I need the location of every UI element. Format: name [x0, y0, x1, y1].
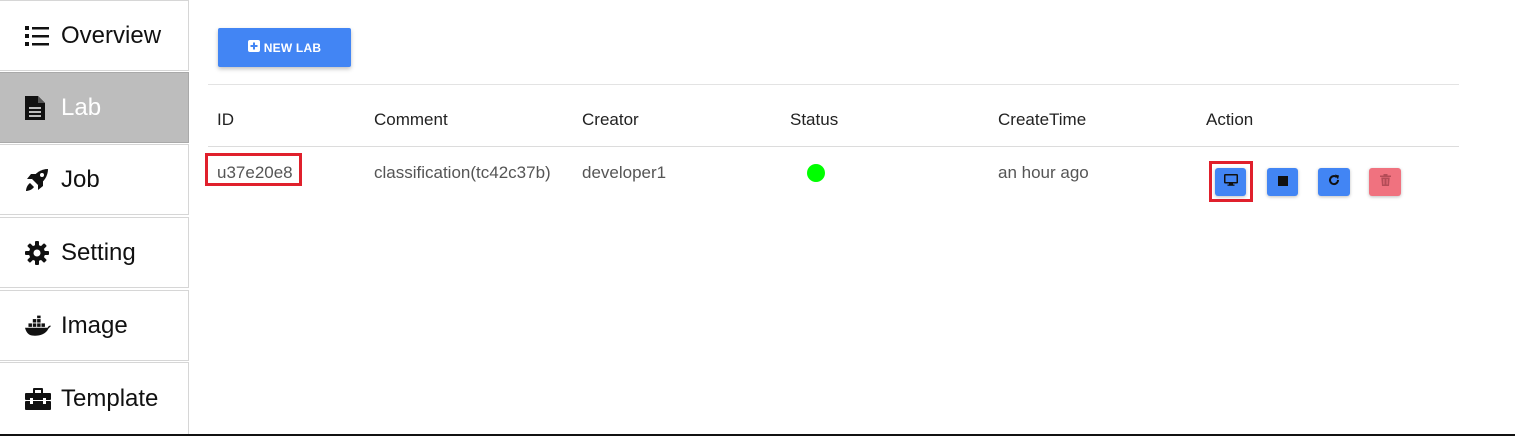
sidebar-item-label: Setting [61, 238, 136, 266]
sidebar-item-overview[interactable]: Overview [0, 0, 189, 71]
rocket-icon [25, 167, 51, 193]
header-divider [208, 146, 1459, 147]
lab-creator: developer1 [582, 163, 667, 182]
new-lab-label: NEW LAB [263, 40, 322, 55]
column-header-createtime: CreateTime [998, 110, 1087, 129]
lab-id[interactable]: u37e20e8 [217, 163, 293, 183]
lab-comment: classification(tc42c37b) [374, 163, 551, 182]
sidebar-item-label: Template [61, 385, 159, 412]
sidebar-item-label: Job [61, 165, 100, 193]
toolbox-icon [25, 386, 51, 412]
stop-button[interactable] [1267, 168, 1298, 196]
document-icon [25, 95, 51, 121]
restart-button[interactable] [1318, 168, 1350, 196]
open-desktop-button[interactable] [1215, 168, 1246, 196]
divider [208, 84, 1459, 85]
sidebar-item-setting[interactable]: Setting [0, 217, 189, 288]
restart-icon [1328, 173, 1340, 191]
list-icon [25, 23, 51, 49]
docker-whale-icon [25, 313, 51, 339]
column-header-creator: Creator [582, 110, 639, 129]
column-header-action: Action [1206, 110, 1254, 129]
gear-icon [25, 240, 51, 266]
sidebar-item-label: Lab [61, 93, 102, 121]
status-running-indicator [807, 164, 825, 182]
sidebar-item-template[interactable]: Template [0, 362, 189, 436]
lab-create-time: an hour ago [998, 163, 1089, 182]
new-lab-button[interactable]: NEW LAB [218, 28, 351, 67]
column-header-comment: Comment [374, 110, 448, 129]
delete-button[interactable] [1369, 168, 1401, 196]
sidebar-item-image[interactable]: Image [0, 290, 189, 361]
trash-icon [1379, 173, 1391, 191]
plus-square-icon [247, 40, 260, 55]
sidebar-item-label: Overview [61, 21, 162, 49]
sidebar-item-lab[interactable]: Lab [0, 72, 189, 143]
column-header-id: ID [217, 110, 234, 129]
stop-icon [1277, 173, 1288, 191]
sidebar-nav: Overview Lab Job Setting Image Template [0, 0, 190, 436]
desktop-icon [1223, 173, 1238, 191]
sidebar-item-label: Image [61, 311, 128, 339]
column-header-status: Status [790, 110, 839, 129]
sidebar-item-job[interactable]: Job [0, 144, 189, 215]
